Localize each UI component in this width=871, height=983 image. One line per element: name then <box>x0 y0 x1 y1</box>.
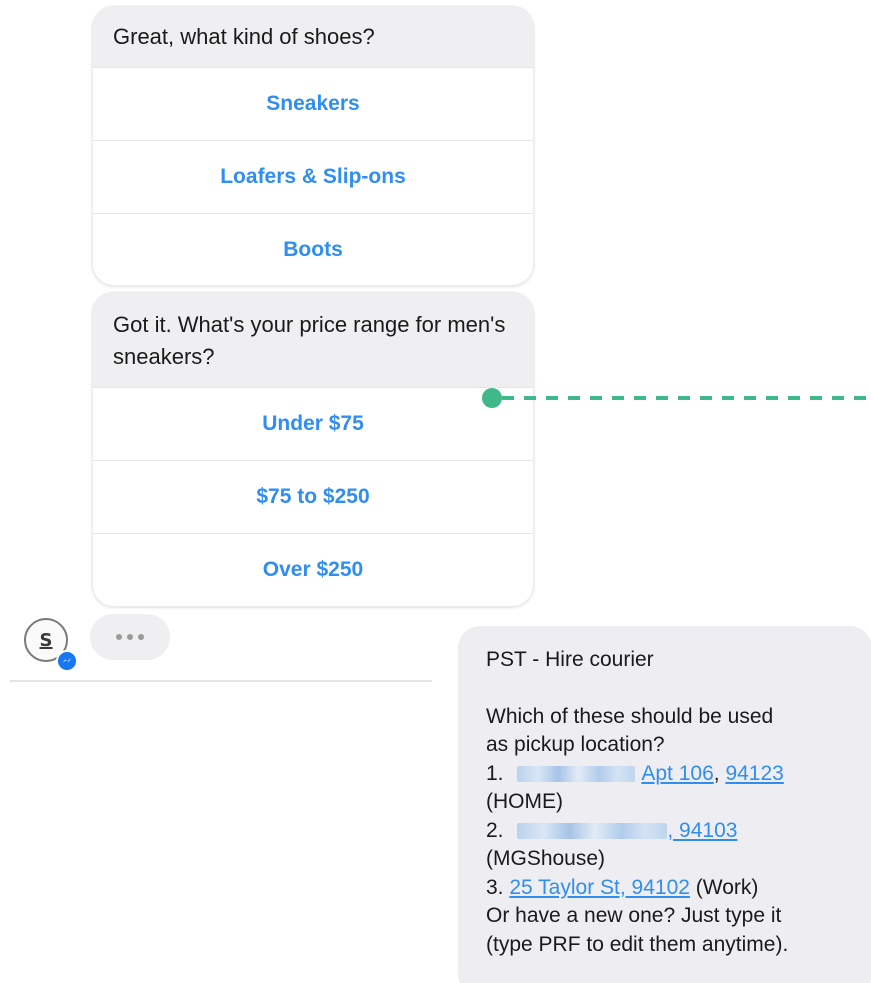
composer-divider <box>10 680 432 682</box>
location-item-3: 3. 25 Taylor St, 94102 (Work) <box>486 874 848 903</box>
quick-reply-loafers[interactable]: Loafers & Slip-ons <box>93 140 533 213</box>
message-title: PST - Hire courier <box>486 648 654 671</box>
zip-link[interactable]: 94123 <box>725 762 783 785</box>
redacted-address <box>517 765 636 782</box>
item-number: 1. <box>486 761 504 785</box>
typing-dot <box>116 634 122 640</box>
pst-message-bubble: PST - Hire courier Which of these should… <box>458 626 871 983</box>
separator: , <box>713 761 726 785</box>
item-number: 3. <box>486 875 504 899</box>
redacted-address <box>517 822 668 839</box>
avatar-letter: S <box>39 629 53 651</box>
typing-dot <box>138 634 144 640</box>
location-item-2: 2. , 94103 <box>486 817 848 846</box>
quick-reply-boots[interactable]: Boots <box>93 213 533 285</box>
location-item-1: 1. Apt 106, 94123 <box>486 760 848 789</box>
typing-indicator <box>90 614 170 660</box>
location-tag: (HOME) <box>486 790 563 813</box>
footer-line: (type PRF to edit them anytime). <box>486 932 789 956</box>
bot-message-card-price: Got it. What's your price range for men'… <box>92 292 534 607</box>
quick-reply-under-75[interactable]: Under $75 <box>93 387 533 460</box>
messenger-icon <box>56 650 78 672</box>
zip-link[interactable]: , 94103 <box>667 819 737 842</box>
prompt-line: as pickup location? <box>486 733 665 756</box>
bot-question-text: Great, what kind of shoes? <box>93 7 533 67</box>
chat-canvas: Great, what kind of shoes? Sneakers Loaf… <box>0 0 871 983</box>
quick-reply-75-to-250[interactable]: $75 to $250 <box>93 460 533 533</box>
connector-dot <box>482 388 502 408</box>
prompt-line: Which of these should be used <box>486 704 774 728</box>
bot-message-card-shoes: Great, what kind of shoes? Sneakers Loaf… <box>92 6 534 286</box>
footer-line: Or have a new one? Just type it <box>486 904 782 927</box>
location-tag: (MGShouse) <box>486 847 606 870</box>
annotation-connector <box>482 388 871 408</box>
location-tag: (Work) <box>689 875 759 899</box>
quick-reply-sneakers[interactable]: Sneakers <box>93 67 533 140</box>
address-link[interactable]: Apt 106 <box>641 762 713 785</box>
quick-reply-over-250[interactable]: Over $250 <box>93 533 533 606</box>
item-number: 2. <box>486 818 504 842</box>
bot-question-text: Got it. What's your price range for men'… <box>93 293 533 387</box>
typing-dot <box>127 634 133 640</box>
address-link[interactable]: 25 Taylor St, 94102 <box>509 876 690 899</box>
